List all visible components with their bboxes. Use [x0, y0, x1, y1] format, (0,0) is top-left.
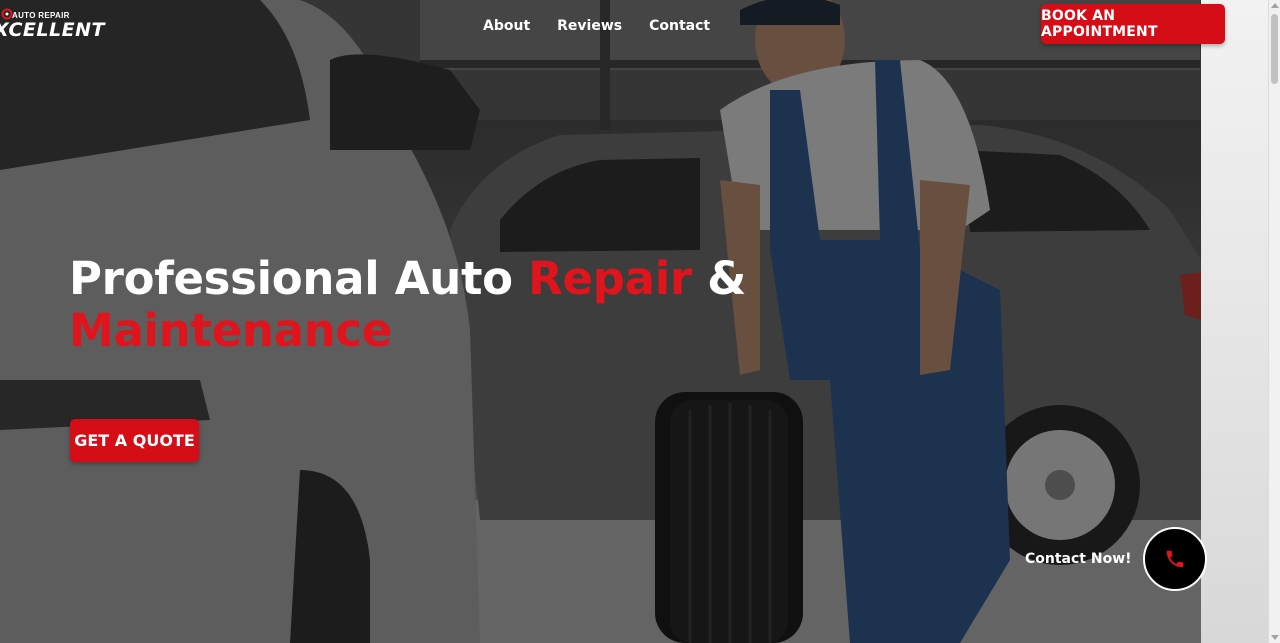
scrollbar-thumb[interactable] [1271, 14, 1278, 84]
scroll-up-arrow-icon[interactable] [1271, 3, 1279, 8]
nav-link-reviews[interactable]: Reviews [557, 18, 622, 34]
book-appointment-button[interactable]: BOOK AN APPOINTMENT [1041, 4, 1225, 44]
logo-name: XCELLENT [0, 19, 105, 41]
get-quote-button[interactable]: GET A QUOTE [70, 419, 199, 462]
headline-text-2: & [691, 252, 747, 305]
main-nav: About Reviews Contact [483, 18, 737, 34]
page-side-background [1201, 0, 1268, 643]
phone-icon [1166, 550, 1184, 568]
headline-accent-repair: Repair [528, 252, 692, 305]
scroll-down-arrow-icon[interactable] [1271, 635, 1279, 640]
nav-link-about[interactable]: About [483, 18, 530, 34]
vertical-scrollbar[interactable] [1268, 0, 1280, 643]
headline-accent-maintenance: Maintenance [69, 304, 392, 357]
headline-text-1: Professional Auto [69, 252, 529, 305]
contact-now-label[interactable]: Contact Now! [1025, 551, 1132, 567]
nav-link-contact[interactable]: Contact [649, 18, 710, 34]
phone-call-button[interactable] [1143, 527, 1207, 591]
site-logo[interactable]: AUTO REPAIR XCELLENT [0, 8, 124, 42]
hero-headline: Professional Auto Repair & Maintenance [69, 253, 829, 357]
